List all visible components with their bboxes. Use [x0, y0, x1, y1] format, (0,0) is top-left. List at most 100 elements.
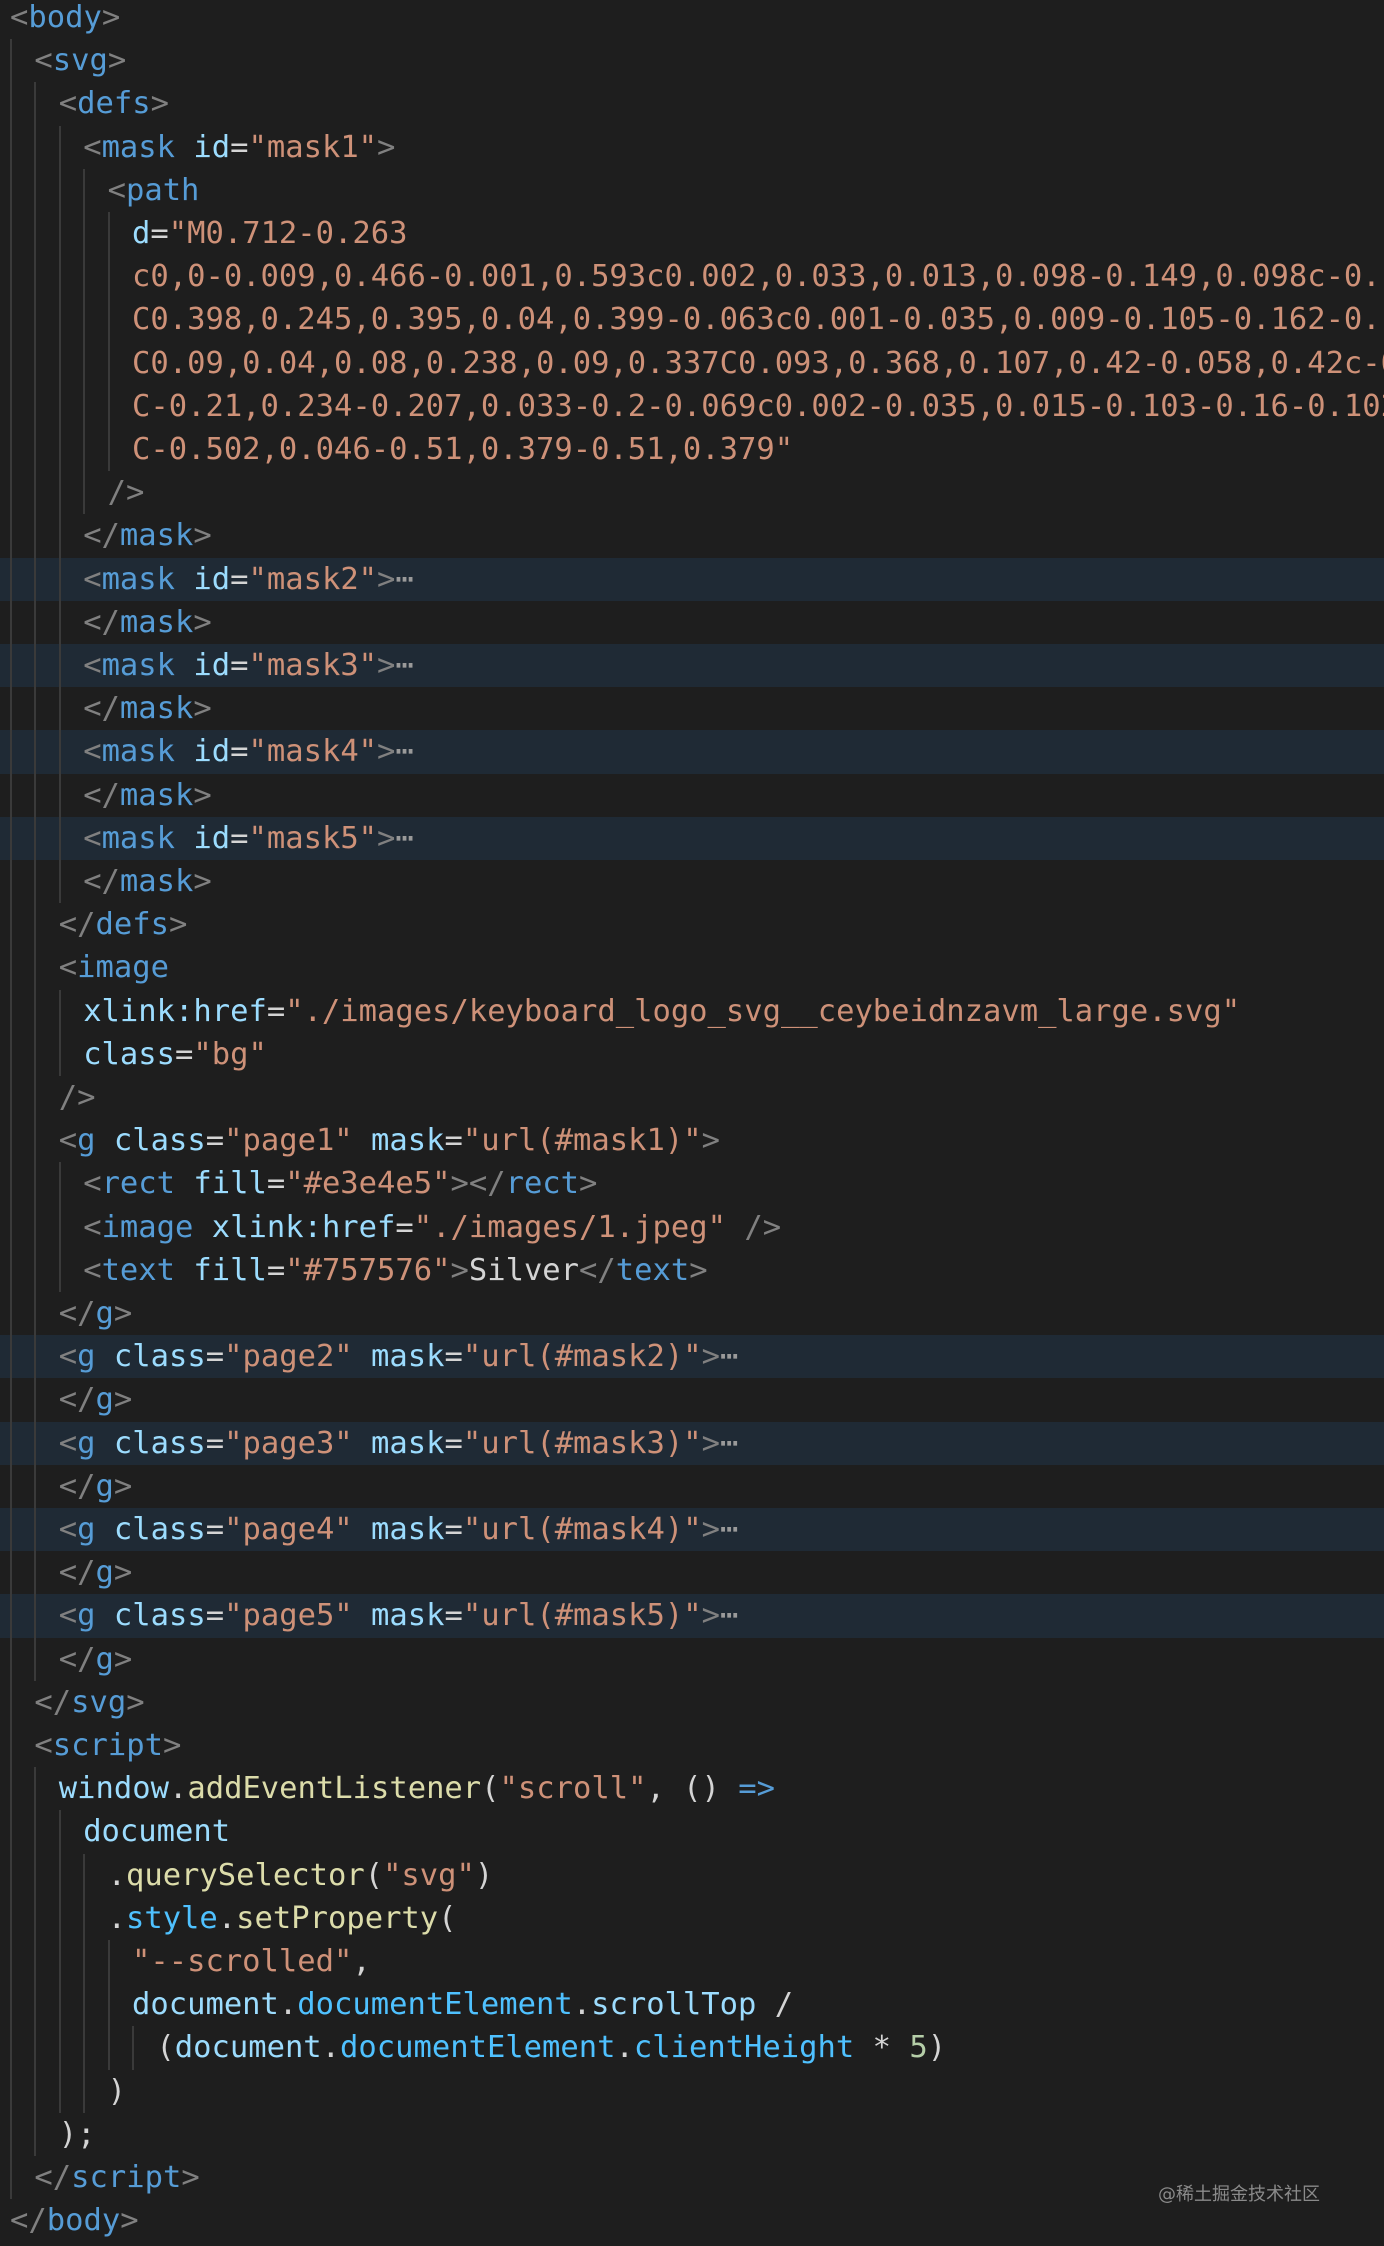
code-line[interactable]: class="bg" [0, 1032, 1384, 1076]
code-line[interactable]: <image xlink:href="./images/1.jpeg" /> [0, 1205, 1384, 1249]
code-line-folded[interactable]: <mask id="mask2">⋯ [0, 557, 1384, 601]
code-token: > [113, 1296, 133, 1331]
indent-guide [34, 557, 37, 601]
indent-guide [58, 1205, 61, 1249]
code-token: = [444, 1425, 463, 1461]
code-line[interactable]: </g> [0, 1292, 1384, 1336]
code-line[interactable]: .querySelector("svg") [0, 1853, 1384, 1897]
code-line[interactable]: <body> [0, 0, 1384, 39]
code-line[interactable]: </svg> [0, 1680, 1384, 1724]
code-line-folded[interactable]: <g class="page5" mask="url(#mask5)">⋯ [0, 1594, 1384, 1638]
code-line[interactable]: </mask> [0, 773, 1384, 817]
code-line[interactable]: <rect fill="#e3e4e5"></rect> [0, 1162, 1384, 1206]
fold-ellipsis-icon[interactable]: ⋯ [720, 1598, 738, 1633]
indent-guide [34, 773, 37, 817]
code-line[interactable]: </g> [0, 1551, 1384, 1595]
code-line[interactable]: </g> [0, 1637, 1384, 1681]
code-token: "page1" [224, 1123, 353, 1159]
code-token: = [444, 1123, 463, 1159]
indent-guide [58, 989, 61, 1033]
code-token: / [756, 1987, 794, 2023]
indent-guide [34, 1594, 37, 1638]
code-line[interactable]: (document.documentElement.clientHeight *… [0, 2026, 1384, 2070]
code-token: = [205, 1123, 225, 1159]
fold-ellipsis-icon[interactable]: ⋯ [395, 734, 413, 769]
code-line[interactable]: /> [0, 1076, 1384, 1120]
code-line[interactable]: C-0.21,0.234-0.207,0.033-0.2-0.069c0.002… [0, 384, 1384, 428]
code-token: = [266, 1166, 286, 1202]
code-line[interactable]: </defs> [0, 903, 1384, 947]
code-line[interactable]: C-0.502,0.046-0.51,0.379-0.51,0.379" [0, 428, 1384, 472]
code-line[interactable]: </mask> [0, 687, 1384, 731]
code-line[interactable]: <svg> [0, 39, 1384, 83]
code-token: g [95, 1382, 114, 1418]
code-line[interactable]: .style.setProperty( [0, 1896, 1384, 1940]
code-line[interactable]: </mask> [0, 600, 1384, 644]
code-line[interactable]: ) [0, 2069, 1384, 2113]
indent-guide [10, 1248, 12, 1292]
code-token: mask [101, 734, 176, 770]
code-token: C-0.21,0.234-0.207,0.033-0.2-0.069c0.002… [132, 388, 1384, 424]
indent-guide [107, 384, 110, 428]
code-line[interactable]: <g class="page1" mask="url(#mask1)"> [0, 1119, 1384, 1163]
code-line[interactable]: <mask id="mask1"> [0, 125, 1384, 169]
code-line[interactable]: /> [0, 471, 1384, 515]
code-editor[interactable]: <body> <svg> <defs> <mask id="mask1"> <path d… [0, 0, 1384, 2246]
indent-guide [34, 600, 37, 644]
code-token: > [113, 1382, 133, 1418]
indent-guide [34, 903, 37, 947]
code-token: mask [101, 561, 176, 597]
code-token: > [193, 691, 212, 727]
fold-ellipsis-icon[interactable]: ⋯ [720, 1512, 738, 1547]
fold-ellipsis-icon[interactable]: ⋯ [395, 648, 413, 683]
code-line[interactable]: </g> [0, 1378, 1384, 1422]
code-token: = [230, 129, 249, 165]
code-text: window.addEventListener("scroll", () => [59, 1767, 775, 1810]
code-token: g [95, 1555, 114, 1591]
code-text: </body> [10, 2199, 139, 2242]
fold-ellipsis-icon[interactable]: ⋯ [395, 562, 413, 597]
code-line[interactable]: document.documentElement.scrollTop / [0, 1983, 1384, 2027]
code-line-folded[interactable]: <mask id="mask4">⋯ [0, 730, 1384, 774]
code-text: <body> [10, 0, 120, 39]
code-text: document.documentElement.scrollTop / [132, 1983, 793, 2026]
code-text: /> [59, 1076, 96, 1119]
code-line-folded[interactable]: <g class="page2" mask="url(#mask2)">⋯ [0, 1335, 1384, 1379]
code-line[interactable]: C0.09,0.04,0.08,0.238,0.09,0.337C0.093,0… [0, 341, 1384, 385]
indent-guide [34, 298, 37, 342]
code-token: > [450, 1252, 469, 1288]
indent-guide [10, 903, 12, 947]
indent-guide [10, 1853, 12, 1897]
code-line[interactable]: xlink:href="./images/keyboard_logo_svg__… [0, 989, 1384, 1033]
indent-guide [34, 989, 37, 1033]
code-line[interactable]: ); [0, 2112, 1384, 2156]
code-token: . [321, 2030, 341, 2066]
code-line[interactable]: "--scrolled", [0, 1940, 1384, 1984]
code-line[interactable]: <path [0, 168, 1384, 212]
fold-ellipsis-icon[interactable]: ⋯ [720, 1426, 738, 1461]
code-token: > [701, 1339, 720, 1375]
code-line[interactable]: <script> [0, 1724, 1384, 1768]
code-line-folded[interactable]: <g class="page3" mask="url(#mask3)">⋯ [0, 1421, 1384, 1465]
code-line[interactable]: c0,0-0.009,0.466-0.001,0.593c0.002,0.033… [0, 255, 1384, 299]
code-line[interactable]: <text fill="#757576">Silver</text> [0, 1248, 1384, 1292]
code-line[interactable]: d="M0.712-0.263 [0, 212, 1384, 256]
fold-ellipsis-icon[interactable]: ⋯ [395, 821, 413, 856]
code-line-folded[interactable]: <mask id="mask5">⋯ [0, 816, 1384, 860]
code-line[interactable]: document [0, 1810, 1384, 1854]
fold-ellipsis-icon[interactable]: ⋯ [720, 1339, 738, 1374]
code-line-folded[interactable]: <mask id="mask3">⋯ [0, 644, 1384, 688]
code-token: = [395, 1209, 414, 1245]
code-line[interactable]: </mask> [0, 514, 1384, 558]
code-token: < [83, 129, 102, 165]
code-line-folded[interactable]: <g class="page4" mask="url(#mask4)">⋯ [0, 1508, 1384, 1552]
code-line[interactable]: </mask> [0, 860, 1384, 904]
code-line[interactable]: window.addEventListener("scroll", () => [0, 1767, 1384, 1811]
code-line[interactable]: <image [0, 946, 1384, 990]
code-line[interactable]: <defs> [0, 82, 1384, 126]
code-line[interactable]: </g> [0, 1464, 1384, 1508]
code-line[interactable]: C0.398,0.245,0.395,0.04,0.399-0.063c0.00… [0, 298, 1384, 342]
code-token: class [113, 1425, 206, 1461]
